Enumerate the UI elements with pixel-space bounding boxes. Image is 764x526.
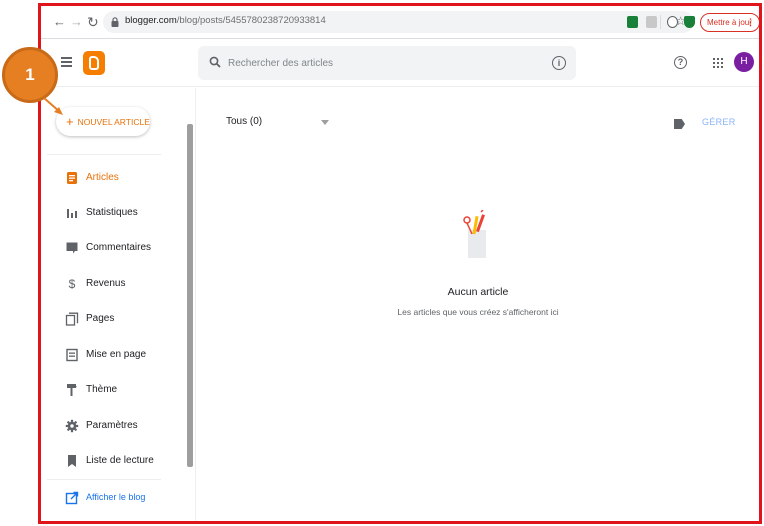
step-badge: 1 bbox=[2, 47, 58, 103]
avatar[interactable]: H bbox=[734, 52, 754, 72]
pages-icon bbox=[65, 312, 79, 326]
sidebar-item-articles[interactable]: Articles bbox=[41, 163, 181, 193]
empty-state-title: Aucun article bbox=[447, 286, 509, 298]
sidebar-item-theme[interactable]: Thème bbox=[41, 375, 181, 405]
manage-button[interactable]: GÉRER bbox=[702, 117, 736, 127]
forward-icon[interactable]: → bbox=[70, 14, 83, 30]
back-icon[interactable]: ← bbox=[53, 14, 66, 30]
bookmark-icon bbox=[68, 455, 76, 467]
help-icon[interactable]: ? bbox=[674, 56, 687, 69]
sidebar-divider bbox=[47, 479, 161, 480]
blogger-logo-icon[interactable] bbox=[83, 51, 105, 75]
sidebar-item-label: Articles bbox=[86, 172, 119, 183]
info-icon[interactable]: i bbox=[552, 56, 566, 70]
sidebar-item-label: Liste de lecture bbox=[86, 455, 154, 466]
shield-extension-icon[interactable] bbox=[684, 16, 695, 28]
label-icon[interactable] bbox=[674, 119, 685, 129]
search-bar: i bbox=[198, 46, 576, 80]
sidebar-divider bbox=[47, 154, 161, 155]
sidebar-item-label: Pages bbox=[86, 313, 115, 324]
layout-icon bbox=[66, 348, 78, 362]
apps-grid-icon[interactable] bbox=[713, 58, 723, 68]
sidebar-item-label: Paramètres bbox=[86, 420, 138, 431]
post-filter-select[interactable]: Tous (0) bbox=[226, 116, 262, 127]
menu-icon[interactable] bbox=[61, 57, 72, 67]
stats-icon bbox=[67, 209, 77, 218]
profile-extension-icon[interactable] bbox=[667, 16, 678, 28]
view-blog-link[interactable]: Afficher le blog bbox=[41, 483, 181, 513]
sidebar-item-label: Mise en page bbox=[86, 349, 147, 360]
reload-icon[interactable]: ↻ bbox=[87, 14, 99, 30]
sidebar-item-stats[interactable]: Statistiques bbox=[41, 198, 181, 228]
pencil-cup-icon bbox=[463, 210, 486, 258]
sidebar-item-pages[interactable]: Pages bbox=[41, 304, 181, 334]
sidebar-item-label: Revenus bbox=[86, 278, 126, 289]
more-vert-icon: ⋮ bbox=[746, 17, 755, 27]
sidebar-scrollbar[interactable] bbox=[187, 124, 193, 467]
sidebar-item-earnings[interactable]: $ Revenus bbox=[41, 269, 181, 299]
sidebar-item-label: Thème bbox=[86, 384, 118, 395]
search-icon bbox=[209, 56, 221, 68]
url-text: blogger.com/blog/posts/54557802387209338… bbox=[125, 15, 326, 26]
app-header: i ? H bbox=[41, 39, 759, 87]
dollar-icon: $ bbox=[68, 277, 76, 291]
new-post-label: NOUVEL ARTICLE bbox=[77, 117, 150, 127]
chevron-down-icon[interactable] bbox=[321, 120, 329, 125]
sidebar: + NOUVEL ARTICLE Articles Statistiques Co… bbox=[41, 88, 195, 521]
new-post-button[interactable]: + NOUVEL ARTICLE bbox=[56, 107, 150, 136]
toolbar-divider bbox=[660, 15, 661, 29]
plus-icon: + bbox=[66, 114, 74, 129]
sidebar-item-label: Commentaires bbox=[86, 242, 152, 253]
sidebar-item-settings[interactable]: Paramètres bbox=[41, 411, 181, 441]
extension-green-icon[interactable] bbox=[627, 16, 638, 28]
search-input[interactable] bbox=[228, 54, 528, 72]
sidebar-item-layout[interactable]: Mise en page bbox=[41, 340, 181, 370]
gear-icon bbox=[65, 419, 79, 433]
address-bar[interactable]: blogger.com/blog/posts/54557802387209338… bbox=[103, 11, 694, 33]
comment-icon bbox=[66, 242, 78, 254]
article-icon bbox=[67, 172, 77, 184]
posts-panel: Tous (0) GÉRER Aucun article Les article… bbox=[195, 88, 759, 521]
sidebar-item-comments[interactable]: Commentaires bbox=[41, 233, 181, 263]
empty-state-subtitle: Les articles que vous créez s'afficheron… bbox=[397, 307, 559, 317]
update-browser-button[interactable]: Mettre à jour ⋮ bbox=[700, 13, 759, 32]
browser-toolbar: ← → ↻ blogger.com/blog/posts/54557802387… bbox=[41, 6, 759, 39]
sidebar-item-reading-list[interactable]: Liste de lecture bbox=[41, 446, 181, 476]
view-blog-label: Afficher le blog bbox=[86, 492, 146, 502]
sidebar-item-label: Statistiques bbox=[86, 207, 138, 218]
screenshot-frame: ← → ↻ blogger.com/blog/posts/54557802387… bbox=[38, 3, 762, 524]
paint-roller-icon bbox=[67, 384, 77, 396]
url-host: blogger.com bbox=[125, 15, 177, 26]
extension-gray-icon[interactable] bbox=[646, 16, 657, 28]
url-path: /blog/posts/5455780238720933814 bbox=[176, 15, 326, 26]
open-external-icon bbox=[65, 491, 79, 505]
lock-icon bbox=[111, 17, 119, 27]
